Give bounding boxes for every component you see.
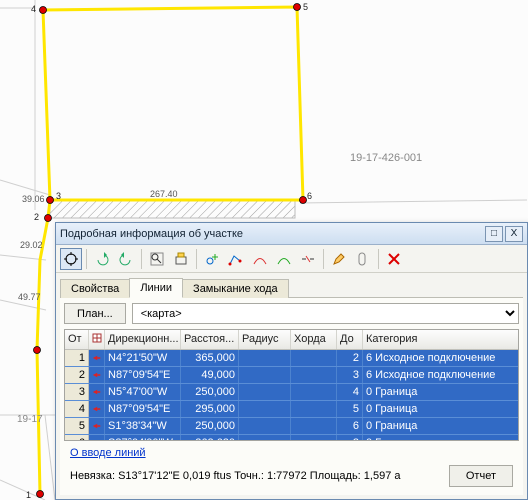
tool-config-icon[interactable] xyxy=(170,248,192,270)
svg-text:39.06: 39.06 xyxy=(22,194,45,204)
grid-row[interactable]: 1 N4°21'50"W365,000 26 Исходное подключени… xyxy=(65,350,518,367)
tool-curve-red-icon[interactable] xyxy=(249,248,271,270)
cell-to: 4 xyxy=(337,384,363,400)
svg-text:3: 3 xyxy=(56,191,61,201)
cell-distance: 295,000 xyxy=(181,401,239,417)
cell-bearing: N87°09'54"E xyxy=(105,367,181,383)
cell-category: 6 Исходное подключение xyxy=(363,350,519,366)
svg-text:1: 1 xyxy=(26,490,31,500)
tab-traverse-closure[interactable]: Замыкание хода xyxy=(182,279,289,298)
svg-text:267.40: 267.40 xyxy=(150,189,178,199)
cell-chord xyxy=(291,350,337,366)
col-to[interactable]: До xyxy=(337,330,363,349)
about-lines-link[interactable]: О вводе линий xyxy=(70,447,513,459)
tab-properties[interactable]: Свойства xyxy=(60,279,130,298)
cell-from: 1 xyxy=(65,350,89,366)
cell-from: 5 xyxy=(65,418,89,434)
grid-row[interactable]: 3 N5°47'00"W250,000 40 Граница xyxy=(65,384,518,401)
tool-break-icon[interactable] xyxy=(297,248,319,270)
cell-from: 4 xyxy=(65,401,89,417)
grid-row[interactable]: 2 N87°09'54"E49,000 36 Исходное подключени… xyxy=(65,367,518,384)
row-pin-icon xyxy=(89,418,105,434)
cell-chord xyxy=(291,401,337,417)
tool-redo-icon[interactable] xyxy=(115,248,137,270)
tool-undo-icon[interactable] xyxy=(91,248,113,270)
cell-to: 3 xyxy=(337,367,363,383)
panel-toolbar xyxy=(56,245,527,273)
col-from[interactable]: От xyxy=(65,330,89,349)
svg-text:2: 2 xyxy=(34,212,39,222)
tool-zoom-extent-icon[interactable] xyxy=(146,248,168,270)
cell-category: 0 Граница xyxy=(363,384,519,400)
row-pin-icon xyxy=(89,401,105,417)
tool-delete-icon[interactable] xyxy=(383,248,405,270)
plan-button[interactable]: План... xyxy=(64,303,126,324)
cell-distance: 250,000 xyxy=(181,384,239,400)
cell-bearing: N5°47'00"W xyxy=(105,384,181,400)
row-pin-icon xyxy=(89,367,105,383)
grid-row[interactable]: 4 N87°09'54"E295,000 50 Граница xyxy=(65,401,518,418)
cell-bearing: N4°21'50"W xyxy=(105,350,181,366)
map-select[interactable]: <карта> xyxy=(132,303,519,324)
svg-text:49.77: 49.77 xyxy=(18,292,41,302)
cell-chord xyxy=(291,384,337,400)
tool-traverse-icon[interactable] xyxy=(225,248,247,270)
tab-lines-body: План... <карта> От Дирекционн... Расстоя… xyxy=(60,297,523,495)
tool-edit-icon[interactable] xyxy=(328,248,350,270)
cell-from: 3 xyxy=(65,384,89,400)
tool-target-icon[interactable] xyxy=(60,248,82,270)
col-radius[interactable]: Радиус xyxy=(239,330,291,349)
cell-radius xyxy=(239,350,291,366)
lines-grid[interactable]: От Дирекционн... Расстоя... Радиус Хорда… xyxy=(64,329,519,441)
tool-attach-icon[interactable] xyxy=(352,248,374,270)
row-pin-icon xyxy=(89,350,105,366)
cell-radius xyxy=(239,418,291,434)
cell-radius xyxy=(239,367,291,383)
col-bearing[interactable]: Дирекционн... xyxy=(105,330,181,349)
svg-text:4: 4 xyxy=(31,4,36,14)
cell-from: 2 xyxy=(65,367,89,383)
cell-distance: 250,000 xyxy=(181,418,239,434)
cell-bearing: S1°38'34"W xyxy=(105,418,181,434)
report-button[interactable]: Отчет xyxy=(449,465,513,487)
grid-header: От Дирекционн... Расстоя... Радиус Хорда… xyxy=(65,330,518,350)
cell-radius xyxy=(239,384,291,400)
cell-to: 6 xyxy=(337,418,363,434)
col-icon[interactable] xyxy=(89,330,105,349)
panel-close-button[interactable]: X xyxy=(505,226,523,242)
col-distance[interactable]: Расстоя... xyxy=(181,330,239,349)
axis-y-label: 19-17 xyxy=(17,414,43,425)
col-chord[interactable]: Хорда xyxy=(291,330,337,349)
grid-row[interactable]: 5 S1°38'34"W250,000 60 Граница xyxy=(65,418,518,435)
cell-chord xyxy=(291,367,337,383)
panel-tabs: Свойства Линии Замыкание хода xyxy=(56,273,527,297)
cell-category: 6 Исходное подключение xyxy=(363,367,519,383)
col-category[interactable]: Категория xyxy=(363,330,519,349)
cell-chord xyxy=(291,418,337,434)
cell-distance: 365,000 xyxy=(181,350,239,366)
parcel-details-panel: Подробная информация об участке □ X Свой… xyxy=(55,222,528,500)
cell-category: 0 Граница xyxy=(363,401,519,417)
svg-text:6: 6 xyxy=(307,191,312,201)
tool-curve-green-icon[interactable] xyxy=(273,248,295,270)
misfit-label: Невязка: S13°17'12"E 0,019 ftus Точн.: 1… xyxy=(70,470,449,482)
cell-radius xyxy=(239,401,291,417)
row-pin-icon xyxy=(89,384,105,400)
panel-titlebar[interactable]: Подробная информация об участке □ X xyxy=(56,223,527,245)
panel-maximize-button[interactable]: □ xyxy=(485,226,503,242)
parcel-label: 19-17-426-001 xyxy=(350,152,422,164)
tool-add-point-icon[interactable] xyxy=(201,248,223,270)
cell-bearing: N87°09'54"E xyxy=(105,401,181,417)
panel-title: Подробная информация об участке xyxy=(60,228,243,240)
cell-to: 2 xyxy=(337,350,363,366)
cell-to: 5 xyxy=(337,401,363,417)
cell-distance: 49,000 xyxy=(181,367,239,383)
tab-lines[interactable]: Линии xyxy=(129,278,183,298)
svg-text:5: 5 xyxy=(303,2,308,12)
cell-category: 0 Граница xyxy=(363,418,519,434)
svg-text:29.02: 29.02 xyxy=(20,240,43,250)
